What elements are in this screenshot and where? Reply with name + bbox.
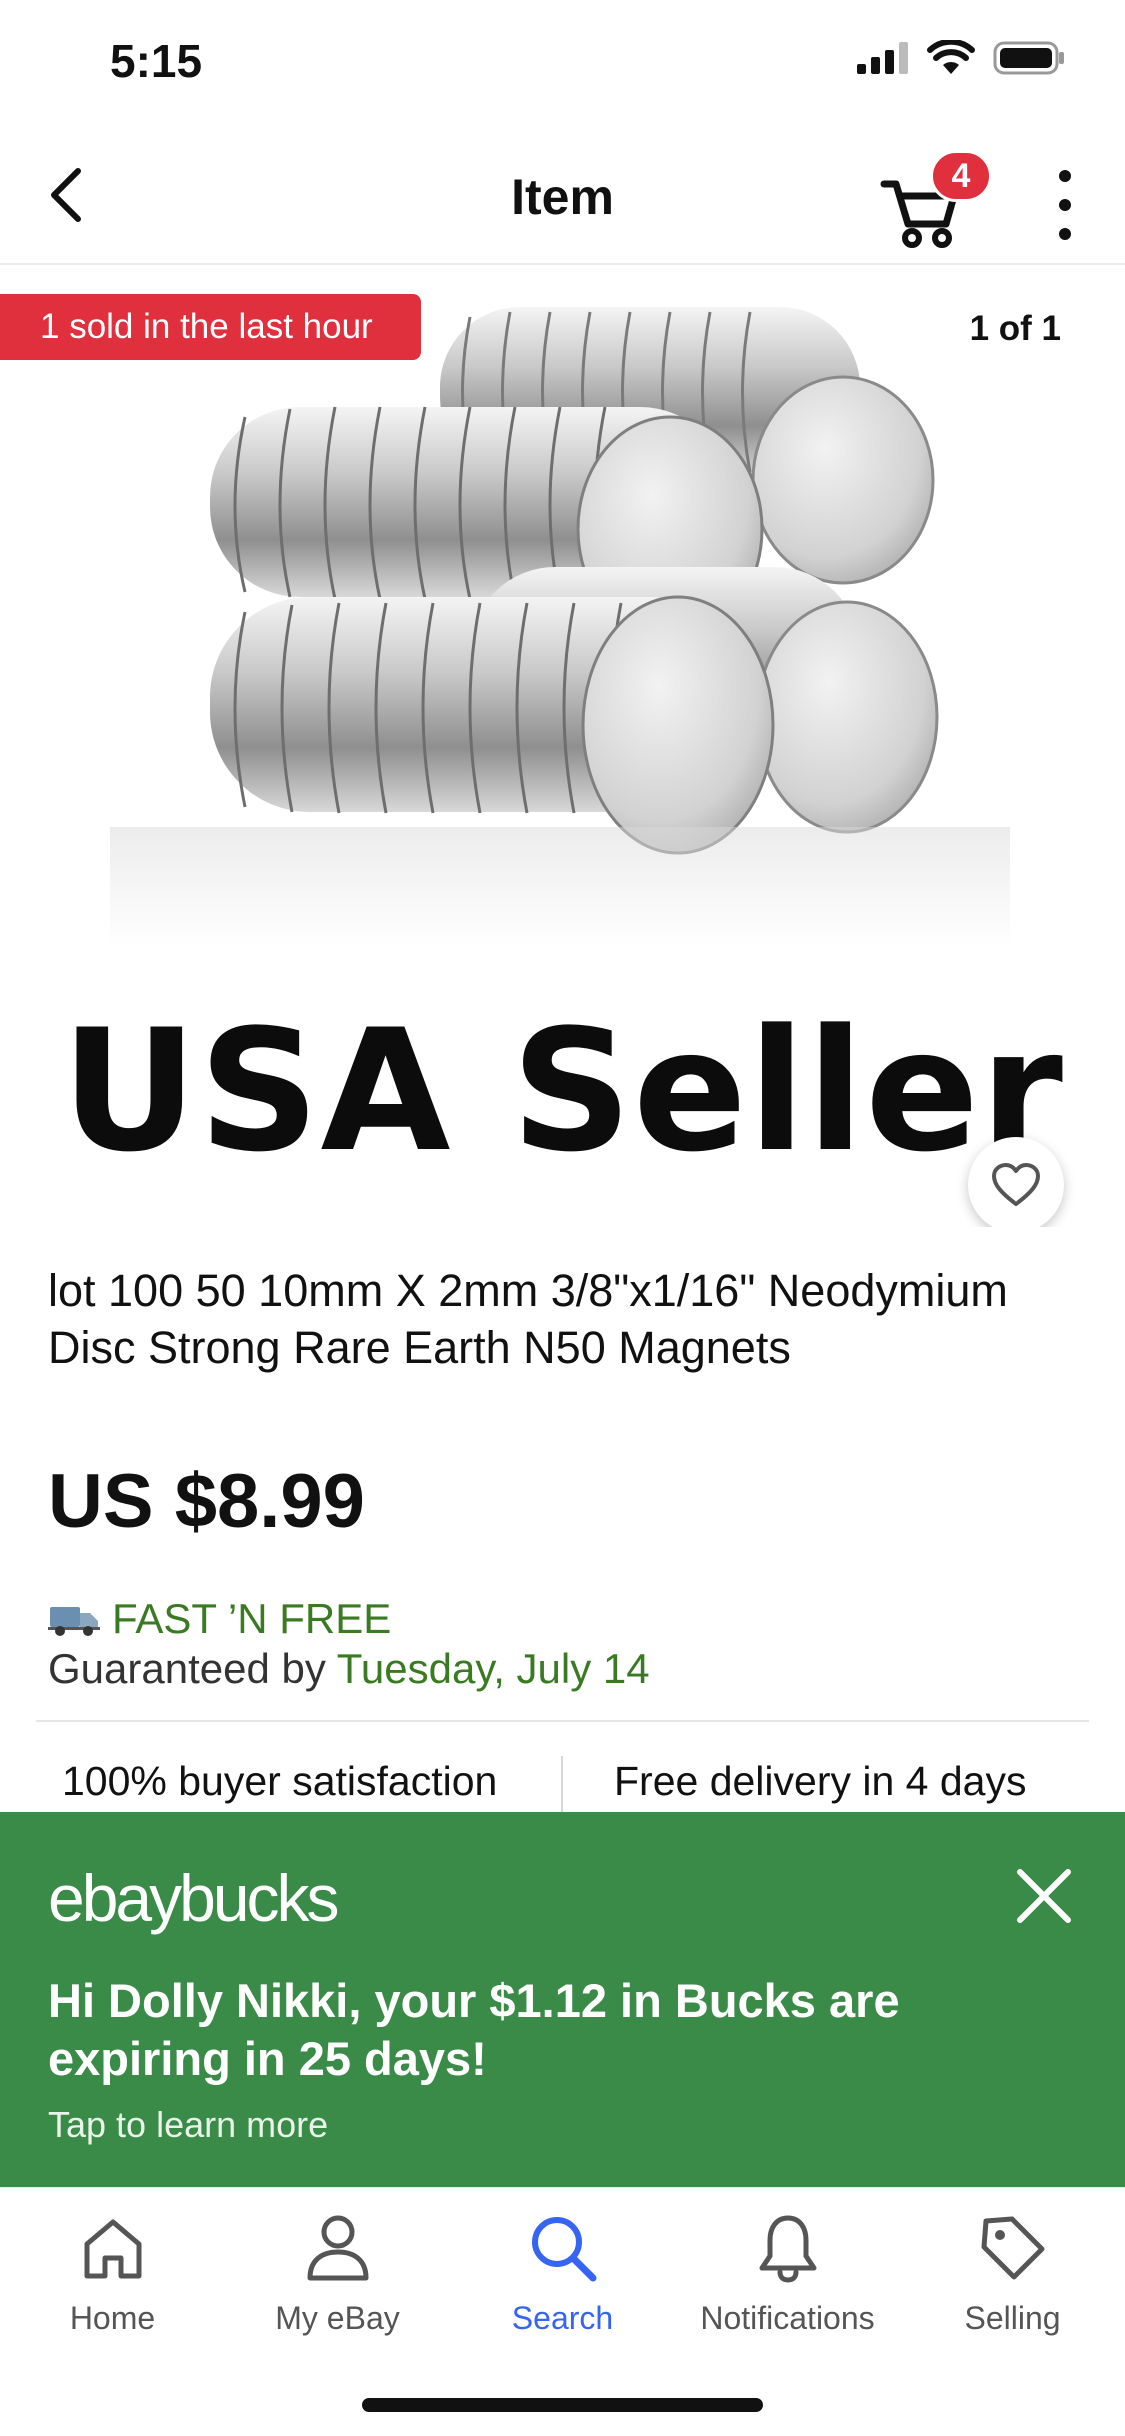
sold-recently-badge: 1 sold in the last hour [0, 294, 421, 360]
guarantee-date: Tuesday, July 14 [336, 1645, 650, 1692]
home-indicator[interactable] [362, 2398, 763, 2412]
item-price: US $8.99 [48, 1459, 365, 1544]
seller-stats-row: 100% buyer satisfaction Free delivery in… [0, 1752, 1125, 1812]
shipping-info: FAST ’N FREE [48, 1595, 391, 1643]
more-options-button[interactable] [1045, 170, 1085, 240]
image-counter: 1 of 1 [969, 309, 1061, 348]
buyer-satisfaction-stat: 100% buyer satisfaction [62, 1758, 498, 1804]
delivery-truck-icon [48, 1607, 100, 1636]
tab-label: Notifications [700, 2300, 875, 2336]
divider [36, 1720, 1089, 1722]
tab-label: Search [511, 2300, 614, 2336]
cellular-signal-icon [857, 42, 908, 74]
bucks-learn-more-link[interactable]: Tap to learn more [48, 2104, 328, 2146]
close-icon [1017, 1869, 1071, 1923]
item-title: lot 100 50 10mm X 2mm 3/8"x1/16" Neodymi… [48, 1265, 1008, 1373]
delivery-guarantee: Guaranteed by Tuesday, July 14 [48, 1645, 650, 1693]
status-bar: 5:15 [0, 0, 1125, 120]
close-banner-button[interactable] [1012, 1864, 1076, 1928]
tab-label: Selling [964, 2300, 1061, 2336]
more-dot-icon [1059, 228, 1071, 240]
free-delivery-stat: Free delivery in 4 days [614, 1758, 1027, 1804]
nav-bar: Item 4 [0, 120, 1125, 265]
status-icons [857, 40, 1065, 76]
tab-selling[interactable]: Selling [900, 2208, 1125, 2358]
search-icon [531, 2217, 596, 2282]
more-dot-icon [1059, 170, 1071, 182]
ebay-bucks-logo: ebaybucks [48, 1861, 340, 1935]
ebay-bucks-banner[interactable]: ebaybucks Hi Dolly Nikki, your $1.12 in … [0, 1812, 1125, 2187]
image-overlay-text: USA Seller [61, 993, 1064, 1189]
bell-icon [759, 2215, 816, 2283]
heart-icon [992, 1163, 1040, 1206]
watch-button[interactable] [968, 1137, 1064, 1227]
wifi-icon [927, 40, 975, 74]
cart-button[interactable]: 4 [880, 150, 992, 250]
status-time: 5:15 [110, 35, 203, 87]
tab-notifications[interactable]: Notifications [675, 2208, 900, 2358]
product-image-gallery[interactable]: 1 sold in the last hour 1 of 1 USA Selle… [0, 267, 1125, 1227]
home-icon [84, 2219, 141, 2279]
tab-home[interactable]: Home [0, 2208, 225, 2358]
person-icon [307, 2215, 368, 2281]
magnet-stack-front-bottom [210, 595, 775, 855]
more-dot-icon [1059, 199, 1071, 211]
tab-label: My eBay [275, 2300, 400, 2336]
tab-my-ebay[interactable]: My eBay [225, 2208, 450, 2358]
shipping-label: FAST ’N FREE [112, 1595, 392, 1642]
bucks-message: Hi Dolly Nikki, your $1.12 in Bucks are … [48, 1974, 900, 2085]
tag-icon [981, 2216, 1044, 2280]
battery-icon [993, 41, 1064, 75]
cart-count-badge: 4 [930, 150, 992, 202]
stats-separator [561, 1756, 563, 1812]
tab-label: Home [69, 2300, 156, 2336]
tab-search[interactable]: Search [450, 2208, 675, 2358]
guarantee-prefix: Guaranteed by [48, 1645, 326, 1692]
